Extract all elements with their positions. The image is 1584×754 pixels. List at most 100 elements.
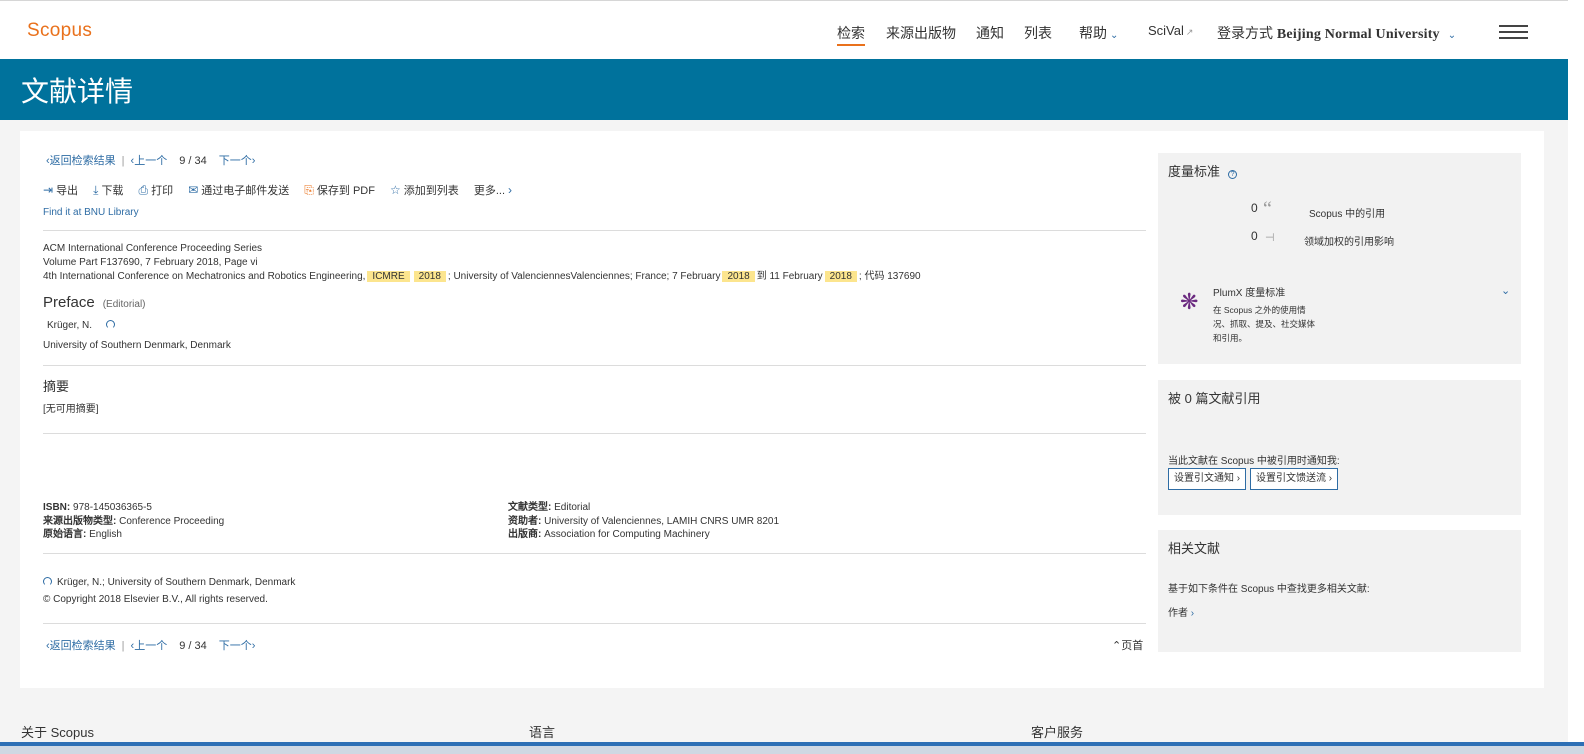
footer-customer-service: 客户服务 (1031, 725, 1084, 740)
cited-by-heading: 被 0 篇文献引用 (1168, 391, 1261, 406)
language-value: English (89, 529, 122, 540)
language-label: 原始语言: (43, 529, 87, 540)
nav-sources[interactable]: 来源出版物 (886, 23, 956, 43)
plumx-description: 在 Scopus 之外的使用情 况、抓取、提及、社交媒体 和引用。 (1213, 303, 1315, 345)
metrics-panel: 度量标准? 0 “ Scopus 中的引用 0 ⊣ 领域加权的引用影响 ❋ Pl… (1158, 153, 1521, 364)
external-link-icon: ↗ (1185, 27, 1194, 37)
plumx-desc-line: 况、抓取、提及、社交媒体 (1213, 319, 1316, 329)
save-pdf-label: 保存到 PDF (316, 185, 375, 197)
next-label: 下一个 (218, 640, 252, 652)
related-authors-label: 作者 (1168, 608, 1188, 619)
total-count: 34 (194, 155, 207, 167)
back-to-results-label: 返回检索结果 (49, 155, 116, 167)
document-type-label: (Editorial) (102, 299, 146, 310)
export-icon: ⇥ (43, 183, 54, 197)
doc-type-value: Editorial (554, 502, 591, 513)
nav-search[interactable]: 检索 (837, 23, 865, 46)
page-separator: / (188, 155, 192, 167)
add-to-list-label: 添加到列表 (403, 185, 459, 197)
scopus-citation-label: Scopus 中的引用 (1309, 209, 1386, 220)
nav-scival-label: SciVal (1148, 23, 1184, 38)
email-icon: ✉ (188, 183, 199, 197)
conference-code: ; 代码 137690 (858, 271, 921, 282)
fwci-count: 0 (1251, 229, 1258, 243)
publisher-row: 出版商: Association for Computing Machinery (508, 528, 779, 542)
chevron-right-icon: › (1190, 608, 1195, 619)
conference-name: 4th International Conference on Mechatro… (43, 271, 366, 282)
divider (43, 365, 1146, 366)
find-at-library-link[interactable]: Find it at BNU Library (43, 207, 139, 218)
menu-icon[interactable] (1499, 25, 1528, 39)
pager-bottom: ‹返回检索结果 | ‹上一个 9 / 34 下一个› (46, 640, 256, 652)
series-name[interactable]: ACM International Conference Proceeding … (43, 242, 921, 256)
page-position: 9 / 34 (179, 640, 207, 652)
back-to-results-link[interactable]: ‹返回检索结果 (46, 640, 116, 652)
chevron-right-icon: › (508, 183, 513, 197)
back-to-top-link[interactable]: ⌃页首 (1112, 637, 1143, 653)
author-link[interactable]: Krüger, N. (47, 320, 92, 331)
email-label: 通过电子邮件发送 (201, 185, 290, 197)
set-citation-feed-button[interactable]: 设置引文馈送流 › (1250, 468, 1339, 490)
nav-login-institution[interactable]: 登录方式 Beijing Normal University ⌄ (1217, 23, 1456, 43)
abstract-heading: 摘要 (43, 379, 70, 394)
source-type-value: Conference Proceeding (119, 515, 225, 527)
vertical-scrollbar[interactable] (1568, 0, 1584, 754)
document-toolbar: ⇥ 导出 ⤓ 下载 ⎙ 打印 ✉ 通过电子邮件发送 ⎘ 保存到 PDF ☆ 添加到列表 更多… (43, 182, 527, 198)
divider (43, 623, 1146, 624)
help-icon[interactable]: ? (1228, 170, 1238, 179)
highlight-term: 2018 (413, 271, 446, 282)
current-index: 9 (179, 640, 186, 652)
nav-lists[interactable]: 列表 (1024, 23, 1052, 43)
balance-icon: ⊣ (1265, 232, 1275, 244)
nav-scival[interactable]: SciVal ↗ (1148, 23, 1193, 38)
caret-up-icon: ⌃ (1112, 640, 1122, 652)
previous-link[interactable]: ‹上一个 (131, 640, 168, 652)
cited-by-panel: 被 0 篇文献引用 当此文献在 Scopus 中被引用时通知我: 设置引文通知 … (1158, 380, 1521, 515)
conference-info: 4th International Conference on Mechatro… (43, 270, 921, 284)
next-link[interactable]: 下一个› (219, 640, 256, 652)
quote-icon: “ (1263, 198, 1272, 220)
save-pdf-button[interactable]: ⎘ 保存到 PDF (304, 183, 375, 197)
print-button[interactable]: ⎙ 打印 (139, 183, 174, 197)
previous-label: 上一个 (134, 640, 168, 652)
current-index: 9 (179, 155, 186, 167)
previous-link[interactable]: ‹上一个 (131, 155, 168, 167)
chevron-down-icon[interactable]: ⌄ (1501, 284, 1510, 297)
export-label: 导出 (56, 185, 79, 197)
pdf-icon: ⎘ (304, 183, 314, 197)
next-label: 下一个 (218, 155, 252, 167)
set-citation-alert-button[interactable]: 设置引文通知 › (1168, 468, 1247, 490)
scopus-citation-count: 0 (1251, 201, 1258, 215)
nav-alerts[interactable]: 通知 (976, 23, 1004, 43)
next-link[interactable]: 下一个› (219, 155, 256, 167)
plumx-title[interactable]: PlumX 度量标准 (1213, 284, 1285, 299)
nav-help[interactable]: 帮助 ⌄ (1079, 23, 1118, 43)
highlight-term: 2018 (722, 271, 755, 282)
related-description: 基于如下条件在 Scopus 中查找更多相关文献: (1168, 584, 1370, 595)
bib-info-right: 文献类型: Editorial 资助者: University of Valen… (508, 501, 779, 542)
person-icon (43, 577, 52, 586)
scopus-logo[interactable]: Scopus (27, 20, 92, 42)
author-profile-icon[interactable] (106, 320, 116, 329)
download-button[interactable]: ⤓ 下载 (93, 183, 123, 197)
more-label: 更多... (473, 185, 506, 197)
add-to-list-button[interactable]: ☆ 添加到列表 (390, 183, 459, 197)
email-button[interactable]: ✉ 通过电子邮件发送 (188, 183, 290, 197)
correspondence: Krüger, N.; University of Southern Denma… (43, 577, 295, 588)
print-label: 打印 (151, 185, 174, 197)
language-row: 原始语言: English (43, 528, 224, 542)
top-navigation-bar: Scopus 检索 来源出版物 通知 列表 帮助 ⌄ SciVal ↗ 登录方式 B… (0, 0, 1568, 59)
correspondence-text: Krüger, N.; University of Southern Denma… (57, 577, 296, 588)
back-to-results-label: 返回检索结果 (49, 640, 116, 652)
chevron-down-icon: ⌄ (1110, 30, 1119, 41)
related-by-authors-link[interactable]: 作者 › (1168, 604, 1194, 619)
back-to-results-link[interactable]: ‹返回检索结果 (46, 155, 116, 167)
abstract-text: [无可用摘要] (43, 404, 99, 415)
export-button[interactable]: ⇥ 导出 (43, 183, 79, 197)
more-button[interactable]: 更多... › (473, 183, 515, 197)
copyright: © Copyright 2018 Elsevier B.V., All righ… (43, 594, 268, 605)
doc-type-label: 文献类型: (508, 502, 552, 513)
isbn-label: ISBN: (43, 502, 71, 513)
publisher-label: 出版商: (508, 529, 542, 540)
star-icon: ☆ (390, 183, 401, 197)
